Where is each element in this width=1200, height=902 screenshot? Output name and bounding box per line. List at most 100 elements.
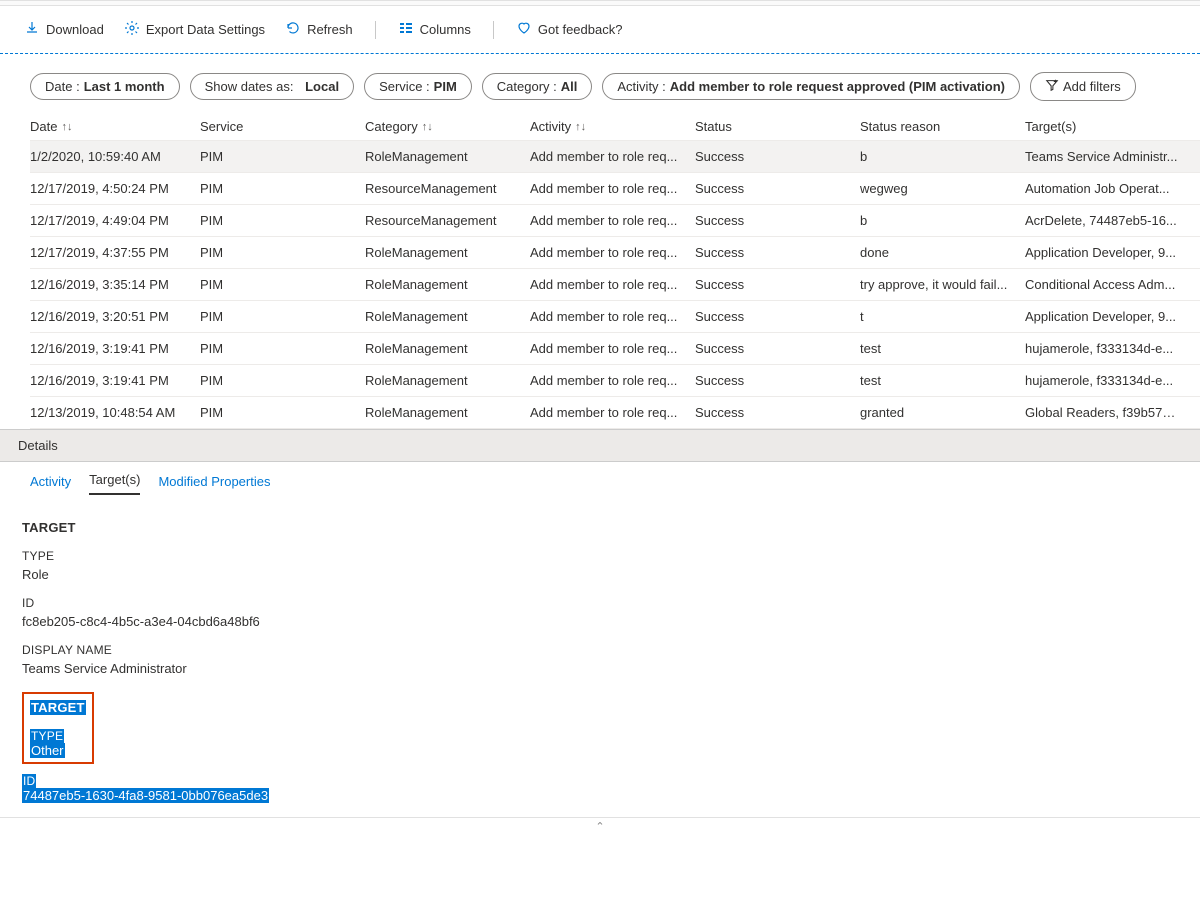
filter-activity[interactable]: Activity : Add member to role request ap…	[602, 73, 1020, 100]
tab-targets[interactable]: Target(s)	[89, 468, 140, 495]
export-label: Export Data Settings	[146, 22, 265, 37]
filter-date-label: Date :	[45, 79, 80, 94]
cell-activity: Add member to role req...	[530, 245, 695, 260]
tab-modified-properties[interactable]: Modified Properties	[158, 470, 270, 495]
filter-service-label: Service :	[379, 79, 430, 94]
type-value: Role	[22, 567, 1178, 582]
table-row[interactable]: 1/2/2020, 10:59:40 AMPIMRoleManagementAd…	[30, 141, 1200, 173]
target2-id-value: 74487eb5-1630-4fa8-9581-0bb076ea5de3	[22, 788, 1178, 803]
export-button[interactable]: Export Data Settings	[118, 16, 271, 43]
col-date[interactable]: Date↑↓	[30, 119, 200, 134]
cell-reason: b	[860, 149, 1025, 164]
cell-targets: Automation Job Operat...	[1025, 181, 1190, 196]
cell-date: 12/13/2019, 10:48:54 AM	[30, 405, 200, 420]
sort-icon: ↑↓	[575, 121, 586, 133]
col-activity[interactable]: Activity↑↓	[530, 119, 695, 134]
id-value: fc8eb205-c8c4-4b5c-a3e4-04cbd6a48bf6	[22, 614, 1178, 629]
columns-label: Columns	[420, 22, 471, 37]
col-targets[interactable]: Target(s)	[1025, 119, 1190, 134]
cell-targets: hujamerole, f333134d-e...	[1025, 341, 1190, 356]
filter-showdates-value: Local	[305, 79, 339, 94]
gear-icon	[124, 20, 140, 39]
cell-service: PIM	[200, 213, 365, 228]
target2-type-value: Other	[30, 743, 86, 758]
cell-service: PIM	[200, 405, 365, 420]
resize-grip[interactable]: ⌃	[0, 817, 1200, 833]
separator	[375, 21, 376, 39]
feedback-button[interactable]: Got feedback?	[510, 16, 629, 43]
table-row[interactable]: 12/16/2019, 3:20:51 PMPIMRoleManagementA…	[30, 301, 1200, 333]
details-body: TARGET TYPE Role ID fc8eb205-c8c4-4b5c-a…	[0, 496, 1200, 817]
col-category[interactable]: Category↑↓	[365, 119, 530, 134]
filter-activity-value: Add member to role request approved (PIM…	[670, 79, 1005, 94]
table-row[interactable]: 12/17/2019, 4:37:55 PMPIMRoleManagementA…	[30, 237, 1200, 269]
filter-category[interactable]: Category : All	[482, 73, 593, 100]
cell-service: PIM	[200, 245, 365, 260]
columns-icon	[398, 20, 414, 39]
cell-status: Success	[695, 213, 860, 228]
toolbar: Download Export Data Settings Refresh Co…	[0, 6, 1200, 54]
table-row[interactable]: 12/17/2019, 4:50:24 PMPIMResourceManagem…	[30, 173, 1200, 205]
cell-date: 12/17/2019, 4:37:55 PM	[30, 245, 200, 260]
cell-service: PIM	[200, 149, 365, 164]
cell-status: Success	[695, 309, 860, 324]
refresh-button[interactable]: Refresh	[279, 16, 359, 43]
cell-date: 12/16/2019, 3:35:14 PM	[30, 277, 200, 292]
tab-activity[interactable]: Activity	[30, 470, 71, 495]
cell-category: RoleManagement	[365, 149, 530, 164]
cell-date: 12/17/2019, 4:50:24 PM	[30, 181, 200, 196]
cell-targets: hujamerole, f333134d-e...	[1025, 373, 1190, 388]
table-header: Date↑↓ Service Category↑↓ Activity↑↓ Sta…	[30, 111, 1200, 141]
cell-status: Success	[695, 245, 860, 260]
download-button[interactable]: Download	[18, 16, 110, 43]
cell-targets: Conditional Access Adm...	[1025, 277, 1190, 292]
filter-service[interactable]: Service : PIM	[364, 73, 472, 100]
table-row[interactable]: 12/16/2019, 3:35:14 PMPIMRoleManagementA…	[30, 269, 1200, 301]
display-name-value: Teams Service Administrator	[22, 661, 1178, 676]
display-name-label: DISPLAY NAME	[22, 643, 1178, 657]
cell-targets: Application Developer, 9...	[1025, 245, 1190, 260]
cell-category: ResourceManagement	[365, 181, 530, 196]
cell-activity: Add member to role req...	[530, 373, 695, 388]
columns-button[interactable]: Columns	[392, 16, 477, 43]
target2-section-title: TARGET	[30, 700, 86, 715]
cell-activity: Add member to role req...	[530, 309, 695, 324]
add-filter-icon	[1045, 78, 1059, 95]
cell-date: 1/2/2020, 10:59:40 AM	[30, 149, 200, 164]
cell-status: Success	[695, 277, 860, 292]
cell-reason: test	[860, 341, 1025, 356]
cell-service: PIM	[200, 277, 365, 292]
col-status[interactable]: Status	[695, 119, 860, 134]
cell-activity: Add member to role req...	[530, 277, 695, 292]
download-icon	[24, 20, 40, 39]
target2-id-label: ID	[22, 774, 1178, 788]
add-filters-label: Add filters	[1063, 79, 1121, 94]
cell-service: PIM	[200, 373, 365, 388]
col-status-reason[interactable]: Status reason	[860, 119, 1025, 134]
filter-showdates-label: Show dates as:	[205, 79, 294, 94]
sort-icon: ↑↓	[422, 121, 433, 133]
table-row[interactable]: 12/16/2019, 3:19:41 PMPIMRoleManagementA…	[30, 333, 1200, 365]
cell-category: RoleManagement	[365, 373, 530, 388]
add-filters-button[interactable]: Add filters	[1030, 72, 1136, 101]
col-service[interactable]: Service	[200, 119, 365, 134]
cell-activity: Add member to role req...	[530, 341, 695, 356]
cell-reason: b	[860, 213, 1025, 228]
table-row[interactable]: 12/17/2019, 4:49:04 PMPIMResourceManagem…	[30, 205, 1200, 237]
filter-date[interactable]: Date : Last 1 month	[30, 73, 180, 100]
filter-showdates[interactable]: Show dates as: Local	[190, 73, 354, 100]
cell-category: RoleManagement	[365, 405, 530, 420]
cell-service: PIM	[200, 309, 365, 324]
cell-reason: t	[860, 309, 1025, 324]
cell-reason: test	[860, 373, 1025, 388]
table-row[interactable]: 12/13/2019, 10:48:54 AMPIMRoleManagement…	[30, 397, 1200, 429]
cell-status: Success	[695, 341, 860, 356]
cell-category: RoleManagement	[365, 245, 530, 260]
cell-date: 12/17/2019, 4:49:04 PM	[30, 213, 200, 228]
cell-reason: wegweg	[860, 181, 1025, 196]
cell-status: Success	[695, 181, 860, 196]
table-row[interactable]: 12/16/2019, 3:19:41 PMPIMRoleManagementA…	[30, 365, 1200, 397]
refresh-label: Refresh	[307, 22, 353, 37]
details-tabs: Activity Target(s) Modified Properties	[0, 462, 1200, 496]
cell-category: RoleManagement	[365, 277, 530, 292]
